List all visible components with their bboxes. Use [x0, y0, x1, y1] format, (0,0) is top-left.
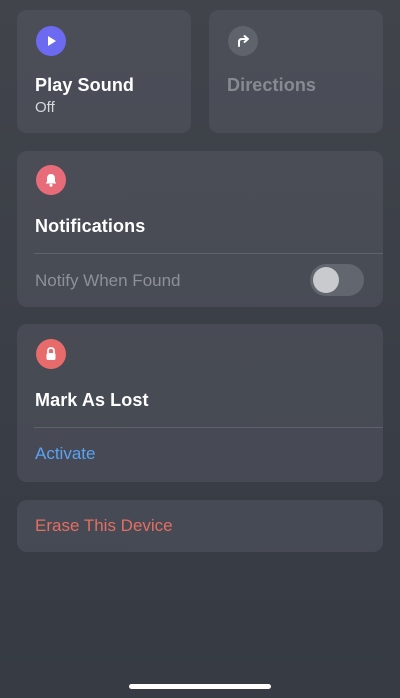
play-sound-title: Play Sound [35, 75, 135, 95]
notifications-card: Notifications Notify When Found [17, 151, 383, 307]
toggle-knob [313, 267, 339, 293]
mark-as-lost-card: Mark As Lost Activate [17, 324, 383, 482]
notifications-title: Notifications [35, 216, 146, 236]
play-sound-status: Off [35, 99, 55, 116]
erase-device-label: Erase This Device [35, 516, 173, 535]
mark-as-lost-title: Mark As Lost [35, 390, 149, 410]
directions-arrow-icon [228, 26, 258, 56]
bell-icon [36, 165, 66, 195]
notify-when-found-label: Notify When Found [35, 271, 181, 290]
activate-link[interactable]: Activate [35, 444, 95, 464]
notifications-divider [34, 253, 383, 254]
play-icon [36, 26, 66, 56]
lock-icon [36, 339, 66, 369]
notify-when-found-toggle[interactable] [310, 264, 364, 296]
play-sound-card[interactable]: Play Sound Off [17, 10, 191, 133]
directions-card[interactable]: Directions [209, 10, 383, 133]
mark-as-lost-divider [34, 427, 383, 428]
directions-title: Directions [227, 75, 317, 95]
erase-device-button[interactable]: Erase This Device [17, 500, 383, 552]
screen: Play Sound Off Directions Notifications … [0, 0, 400, 698]
home-indicator[interactable] [129, 684, 271, 689]
